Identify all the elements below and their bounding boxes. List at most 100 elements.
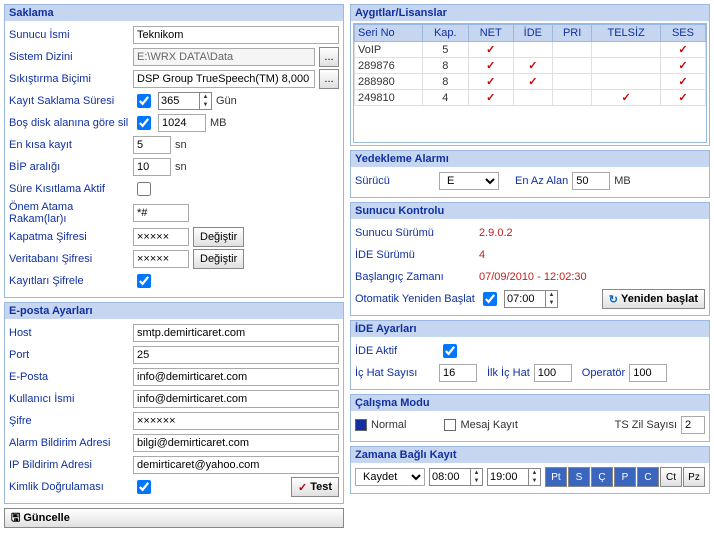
table-cell (552, 58, 591, 74)
ide-op-label: Operatör (582, 367, 625, 379)
port-input[interactable] (133, 346, 339, 364)
db-pw-change-button[interactable]: Değiştir (193, 249, 244, 269)
day-toggle-pt[interactable]: Pt (545, 467, 567, 487)
auto-restart-time-spinner[interactable]: ▲▼ (504, 290, 558, 308)
table-cell (592, 74, 661, 90)
table-row[interactable]: 2889808✓✓✓ (355, 74, 706, 90)
ring-input[interactable] (681, 416, 705, 434)
close-pw-change-button[interactable]: Değiştir (193, 227, 244, 247)
ide-first-input[interactable] (534, 364, 572, 382)
auto-restart-label: Otomatik Yeniden Başlat (355, 293, 475, 305)
prefix-input[interactable] (133, 204, 189, 222)
alarm-addr-input[interactable] (133, 434, 339, 452)
time-limit-checkbox[interactable] (137, 182, 151, 196)
auth-label: Kimlik Doğrulaması (9, 481, 129, 493)
devices-header[interactable]: SES (660, 25, 705, 42)
spin-down-icon[interactable]: ▼ (470, 477, 482, 485)
spin-up-icon[interactable]: ▲ (470, 469, 482, 477)
mode-title: Çalışma Modu (351, 395, 709, 411)
host-input[interactable] (133, 324, 339, 342)
time2-spinner[interactable]: ▲▼ (487, 468, 541, 486)
time1-spinner[interactable]: ▲▼ (429, 468, 483, 486)
email-addr-label: E-Posta (9, 371, 129, 383)
table-cell: ✓ (592, 90, 661, 106)
retention-checkbox[interactable] (137, 94, 151, 108)
retention-spinner[interactable]: ▲▼ (158, 92, 212, 110)
ide-active-checkbox[interactable] (443, 344, 457, 358)
check-icon: ✓ (528, 76, 537, 88)
refresh-icon: ↻ (609, 293, 618, 306)
start-time-value: 07/09/2010 - 12:02:30 (479, 271, 705, 283)
spin-down-icon[interactable]: ▼ (199, 101, 211, 109)
table-row[interactable]: VoIP5✓✓ (355, 42, 706, 58)
auto-restart-checkbox[interactable] (483, 292, 497, 306)
retention-unit: Gün (216, 95, 237, 107)
devices-header[interactable]: TELSİZ (592, 25, 661, 42)
spin-down-icon[interactable]: ▼ (545, 299, 557, 307)
ide-lines-input[interactable] (439, 364, 477, 382)
spin-up-icon[interactable]: ▲ (528, 469, 540, 477)
devices-header[interactable]: NET (468, 25, 513, 42)
email-pw-label: Şifre (9, 415, 129, 427)
ide-panel: İDE Ayarları İDE Aktif İç Hat Sayısı İlk… (350, 320, 710, 390)
min-space-input[interactable] (572, 172, 610, 190)
ide-op-input[interactable] (629, 364, 667, 382)
encrypt-checkbox[interactable] (137, 274, 151, 288)
spin-up-icon[interactable]: ▲ (199, 93, 211, 101)
check-icon: ✓ (486, 44, 495, 56)
system-dir-browse-button[interactable]: ... (319, 47, 339, 67)
drive-select[interactable]: E (439, 172, 499, 190)
day-toggle-c[interactable]: C (637, 467, 659, 487)
day-toggle-p[interactable]: P (614, 467, 636, 487)
devices-header[interactable]: İDE (513, 25, 552, 42)
db-pw-input[interactable] (133, 250, 189, 268)
update-button[interactable]: 🖫 Güncelle (4, 508, 344, 528)
spin-down-icon[interactable]: ▼ (528, 477, 540, 485)
disk-value-input[interactable] (158, 114, 206, 132)
ip-addr-input[interactable] (133, 456, 339, 474)
table-cell (592, 42, 661, 58)
check-icon: ✓ (678, 76, 687, 88)
auth-checkbox[interactable] (137, 480, 151, 494)
compression-input[interactable] (133, 70, 315, 88)
day-toggle-ct[interactable]: Ct (660, 467, 682, 487)
devices-header[interactable]: PRI (552, 25, 591, 42)
table-cell (552, 74, 591, 90)
email-test-button[interactable]: ✓Test (291, 477, 339, 497)
system-dir-input (133, 48, 315, 66)
time2-input[interactable] (488, 469, 528, 485)
ide-ver-value: 4 (479, 249, 705, 261)
table-row[interactable]: 2498104✓✓✓ (355, 90, 706, 106)
disk-checkbox[interactable] (137, 116, 151, 130)
normal-radio[interactable] (355, 419, 367, 431)
time1-input[interactable] (430, 469, 470, 485)
day-toggle-ç[interactable]: Ç (591, 467, 613, 487)
server-name-input[interactable] (133, 26, 339, 44)
day-toggle-pz[interactable]: Pz (683, 467, 705, 487)
retention-days-input[interactable] (159, 93, 199, 109)
table-cell: ✓ (660, 74, 705, 90)
min-rec-input[interactable] (133, 136, 171, 154)
user-input[interactable] (133, 390, 339, 408)
close-pw-input[interactable] (133, 228, 189, 246)
compression-browse-button[interactable]: ... (319, 69, 339, 89)
email-pw-input[interactable] (133, 412, 339, 430)
spin-up-icon[interactable]: ▲ (545, 291, 557, 299)
table-cell (513, 42, 552, 58)
ide-first-label: İlk İç Hat (487, 367, 530, 379)
day-toggle-s[interactable]: S (568, 467, 590, 487)
table-cell: 249810 (355, 90, 423, 106)
backup-alarm-title: Yedekleme Alarmı (351, 151, 709, 167)
msg-radio[interactable] (444, 419, 456, 431)
devices-header[interactable]: Seri No (355, 25, 423, 42)
db-pw-label: Veritabanı Şifresi (9, 253, 129, 265)
table-row[interactable]: 2898768✓✓✓ (355, 58, 706, 74)
auto-restart-time-input[interactable] (505, 291, 545, 307)
bip-input[interactable] (133, 158, 171, 176)
table-cell: VoIP (355, 42, 423, 58)
devices-header[interactable]: Kap. (422, 25, 468, 42)
restart-button[interactable]: ↻ Yeniden başlat (602, 289, 705, 309)
time-rec-action-select[interactable]: Kaydet (355, 468, 425, 486)
email-addr-input[interactable] (133, 368, 339, 386)
disk-unit: MB (210, 117, 227, 129)
